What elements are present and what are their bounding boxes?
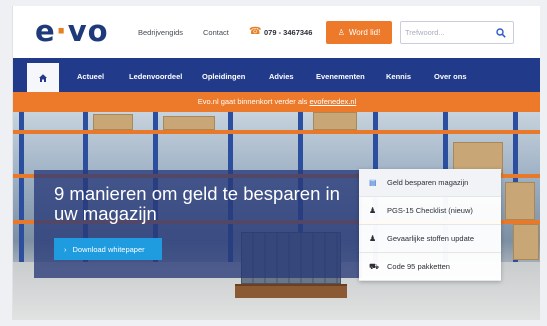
nav-item-opleidingen[interactable]: Opleidingen [202, 72, 245, 81]
phone-icon: ☎ [249, 26, 262, 37]
user-icon: ♙ [337, 28, 345, 37]
main-nav: Actueel Ledenvoordeel Opleidingen Advies… [13, 58, 540, 92]
rack-box [505, 182, 535, 220]
download-button-label: Download whitepaper [72, 244, 145, 254]
rack-box [163, 116, 215, 130]
truck-icon: ⛟ [369, 262, 380, 271]
building-icon: ▤ [369, 178, 377, 187]
link-bedrijvengids[interactable]: Bedrijvengids [138, 28, 183, 37]
side-menu: ▤ Geld besparen magazijn ♟ PGS-15 Checkl… [359, 169, 501, 281]
nav-item-ledenvoordeel[interactable]: Ledenvoordeel [129, 72, 182, 81]
side-item-geld-besparen[interactable]: ▤ Geld besparen magazijn [359, 169, 501, 197]
nav-item-actueel[interactable]: Actueel [77, 72, 104, 81]
rack-box [313, 112, 357, 130]
side-item-label: Geld besparen magazijn [387, 178, 469, 187]
side-item-label: Code 95 pakketten [387, 262, 450, 271]
rack-post [19, 112, 24, 262]
notice-bar: Evo.nl gaat binnenkort verder als evofen… [13, 92, 540, 112]
hero-title: 9 manieren om geld te besparen in uw mag… [54, 183, 340, 224]
phone-number[interactable]: 079 - 3467346 [264, 28, 312, 37]
join-button-label: Word lid! [348, 28, 381, 37]
search-icon [496, 27, 506, 38]
rack-box [513, 224, 539, 260]
nav-item-over-ons[interactable]: Over ons [434, 72, 467, 81]
side-item-code95[interactable]: ⛟ Code 95 pakketten [359, 253, 501, 281]
nav-item-kennis[interactable]: Kennis [386, 72, 411, 81]
search-button[interactable] [493, 24, 509, 41]
search-input[interactable] [405, 25, 489, 40]
side-item-label: Gevaarlijke stoffen update [387, 234, 475, 243]
link-contact[interactable]: Contact [203, 28, 229, 37]
rack-box [93, 114, 133, 130]
side-item-label: PGS-15 Checklist (nieuw) [387, 206, 473, 215]
search-box [400, 21, 514, 44]
site-header: e·vo Bedrijvengids Contact ☎ 079 - 34673… [13, 6, 540, 58]
notice-link[interactable]: evofenedex.nl [310, 97, 357, 106]
nav-item-evenementen[interactable]: Evenementen [316, 72, 365, 81]
hero-banner: 9 manieren om geld te besparen in uw mag… [13, 112, 540, 320]
hero-overlay: 9 manieren om geld te besparen in uw mag… [34, 170, 362, 278]
nav-item-advies[interactable]: Advies [269, 72, 294, 81]
side-item-gevaarlijke-stoffen[interactable]: ♟ Gevaarlijke stoffen update [359, 225, 501, 253]
browser-page: e·vo Bedrijvengids Contact ☎ 079 - 34673… [12, 6, 540, 320]
nav-home[interactable] [27, 63, 59, 92]
pallet-base [235, 284, 347, 298]
person-icon: ♟ [369, 234, 377, 243]
join-button[interactable]: ♙ Word lid! [326, 21, 392, 44]
rack-beam [13, 130, 540, 134]
side-item-pgs15[interactable]: ♟ PGS-15 Checklist (nieuw) [359, 197, 501, 225]
evo-logo[interactable]: e·vo [35, 15, 109, 47]
notice-text: Evo.nl gaat binnenkort verder als [197, 97, 308, 106]
home-icon [39, 73, 47, 82]
arrow-right-icon: › [64, 244, 67, 254]
person-icon: ♟ [369, 206, 377, 215]
download-whitepaper-button[interactable]: › Download whitepaper [54, 238, 162, 260]
